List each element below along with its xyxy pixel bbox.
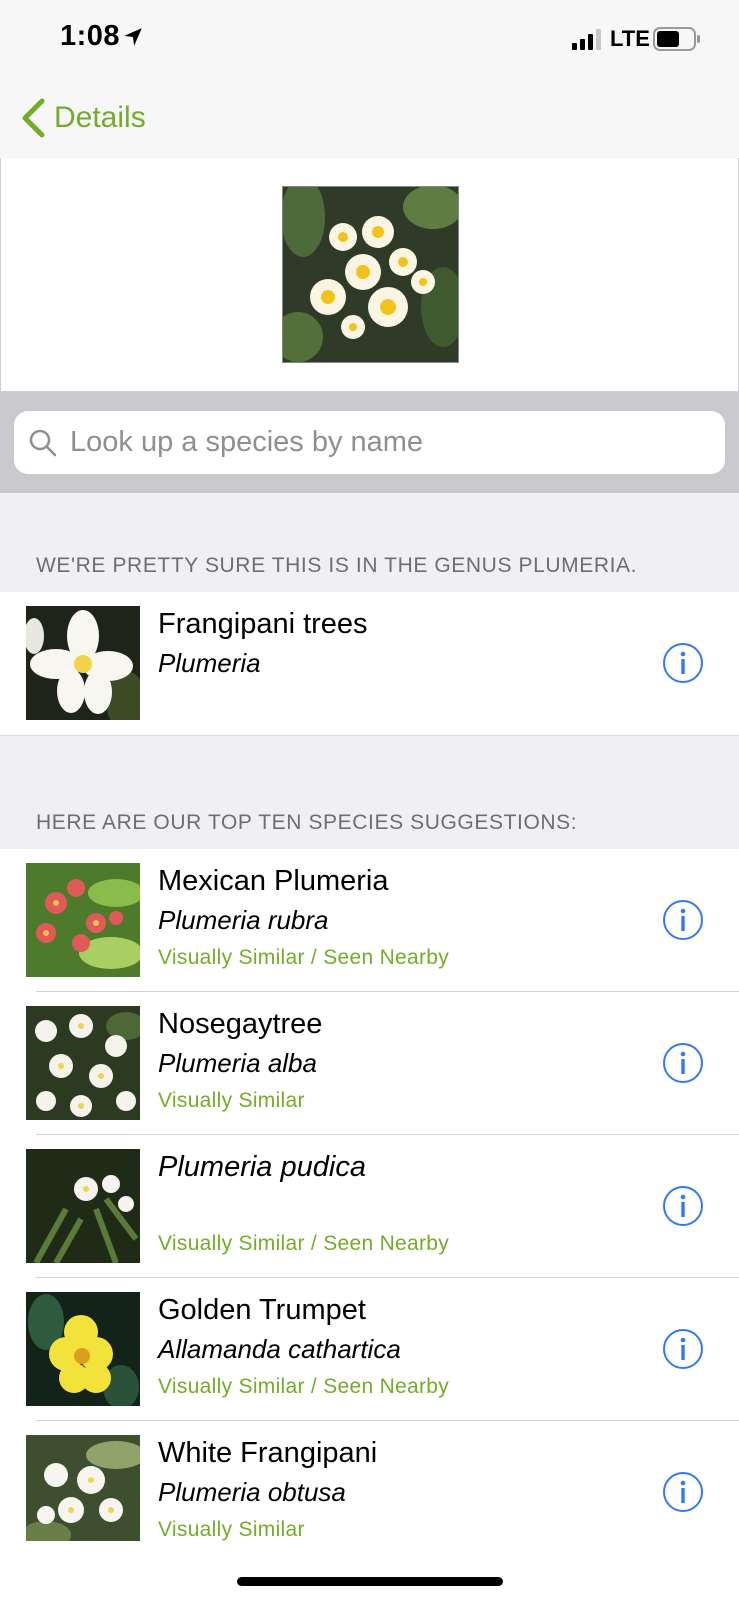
genus-section-header: WE'RE PRETTY SURE THIS IS IN THE GENUS P… [0,493,739,593]
white-flowers-image [26,1006,140,1120]
suggestion-common-name: Golden Trumpet [158,1294,366,1326]
navigation-bar: Details [0,80,739,159]
suggestion-scientific-name: Plumeria obtusa [158,1477,346,1507]
search-icon [29,429,57,456]
suggestion-row[interactable]: Nosegaytree Plumeria alba Visually Simil… [0,992,739,1135]
plumeria-photo-image [283,187,458,362]
genus-common-name: Frangipani trees [158,608,368,640]
signal-bars-icon [572,29,601,50]
suggestion-thumbnail [26,1149,140,1263]
battery-icon [653,27,700,51]
suggestion-scientific-name: Plumeria alba [158,1048,317,1078]
suggestion-scientific-name: Plumeria rubra [158,905,329,935]
search-bar-area [0,392,739,493]
observation-photo-area [0,158,739,392]
chevron-left-icon [22,98,45,138]
genus-thumbnail [26,606,140,720]
info-icon[interactable] [662,1042,704,1084]
white-flower-image [26,606,140,720]
pudica-flower-image [26,1149,140,1263]
genus-row[interactable]: Frangipani trees Plumeria [0,592,739,735]
suggestion-common-name: White Frangipani [158,1437,378,1469]
suggestion-common-name: Plumeria pudica [158,1151,366,1183]
suggestion-common-name: Nosegaytree [158,1008,323,1040]
location-arrow-icon [124,28,142,46]
species-search-input[interactable] [68,425,692,460]
suggestion-tag: Visually Similar / Seen Nearby [158,946,450,969]
suggestion-tag: Visually Similar / Seen Nearby [158,1232,450,1255]
suggestion-thumbnail [26,1006,140,1120]
info-icon[interactable] [662,1185,704,1227]
suggestion-thumbnail [26,863,140,977]
suggestion-thumbnail [26,1435,140,1541]
suggestions-section-header: HERE ARE OUR TOP TEN SPECIES SUGGESTIONS… [0,735,739,850]
white-frangipani-image [26,1435,140,1541]
search-box[interactable] [14,411,725,474]
info-icon[interactable] [662,642,704,684]
suggestion-tag: Visually Similar [158,1089,305,1112]
suggestion-tag: Visually Similar / Seen Nearby [158,1375,450,1398]
suggestion-common-name: Mexican Plumeria [158,865,389,897]
suggestion-row[interactable]: Plumeria pudica Visually Similar / Seen … [0,1135,739,1278]
suggestion-row[interactable]: Mexican Plumeria Plumeria rubra Visually… [0,849,739,992]
suggestion-thumbnail [26,1292,140,1406]
suggestion-tag: Visually Similar [158,1518,305,1541]
back-button[interactable]: Details [20,96,146,140]
network-label: LTE [610,26,650,51]
genus-scientific-name: Plumeria [158,648,261,678]
info-icon[interactable] [662,1471,704,1513]
info-icon[interactable] [662,1328,704,1370]
suggestion-row[interactable]: Golden Trumpet Allamanda cathartica Visu… [0,1278,739,1421]
info-icon[interactable] [662,899,704,941]
observation-photo[interactable] [282,186,459,363]
suggestion-row[interactable]: White Frangipani Plumeria obtusa Visuall… [0,1421,739,1541]
suggestions-section-header-text: HERE ARE OUR TOP TEN SPECIES SUGGESTIONS… [36,811,578,834]
status-time: 1:08 [60,20,121,52]
home-indicator[interactable] [237,1577,503,1586]
genus-section-header-text: WE'RE PRETTY SURE THIS IS IN THE GENUS P… [36,554,638,577]
yellow-flower-image [26,1292,140,1406]
suggestion-scientific-name: Allamanda cathartica [158,1334,401,1364]
back-label: Details [54,101,146,134]
status-bar: 1:08 LTE [0,0,739,80]
red-flower-image [26,863,140,977]
